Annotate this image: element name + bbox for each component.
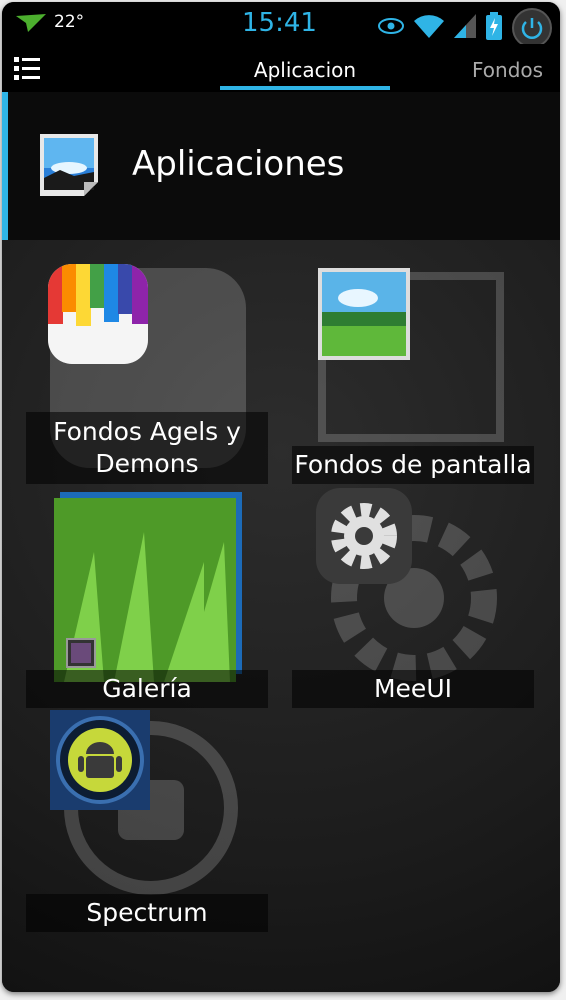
header-accent-bar [2, 92, 8, 240]
picture-icon [40, 134, 98, 200]
status-bar: 22° 15:41 [2, 2, 560, 48]
app-tile-spectrum[interactable]: Spectrum [26, 710, 268, 932]
app-tile-fondos-agels[interactable]: Fondos Agels y Demons [26, 262, 268, 484]
app-label: Fondos de pantalla [292, 446, 534, 484]
eye-icon [378, 18, 404, 38]
clock: 15:41 [242, 8, 317, 38]
paint-drip-icon [48, 264, 148, 368]
menu-list-icon[interactable] [14, 56, 40, 84]
app-label: Spectrum [26, 894, 268, 932]
app-tile-meeui[interactable]: MeeUI [292, 486, 534, 708]
page-title: Aplicaciones [132, 144, 345, 184]
temperature: 22° [54, 12, 85, 32]
android-icon [50, 710, 150, 814]
app-label: Galería [26, 670, 268, 708]
signal-icon [454, 14, 476, 42]
app-tile-galeria[interactable]: Galería [26, 486, 268, 708]
app-label: MeeUI [292, 670, 534, 708]
power-icon[interactable] [512, 8, 552, 48]
active-tab-indicator [220, 86, 390, 90]
wifi-icon [414, 14, 444, 42]
app-tile-fondos-pantalla[interactable]: Fondos de pantalla [292, 262, 534, 484]
phone-screen: 22° 15:41 Aplicacion Fondos Aplicaciones… [2, 2, 560, 992]
tab-aplicacion[interactable]: Aplicacion [220, 58, 390, 82]
section-header: Aplicaciones [2, 92, 560, 240]
app-label: Fondos Agels y Demons [26, 412, 268, 484]
action-bar: Aplicacion Fondos [2, 44, 560, 94]
battery-charging-icon [486, 12, 502, 44]
gear-icon [316, 488, 412, 588]
app-grid-area: Aplicaciones Fondos Agels y Demons Fondo… [2, 92, 560, 992]
notification-arrow-icon [16, 14, 46, 36]
landscape-photo-icon [318, 268, 410, 364]
gallery-stack-icon [66, 638, 96, 672]
tab-fondos[interactable]: Fondos [472, 58, 543, 82]
